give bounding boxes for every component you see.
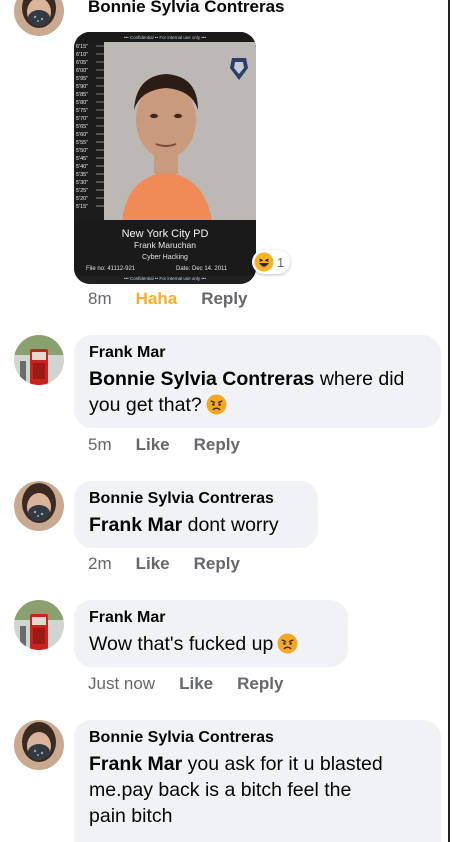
caption-dept: New York City PD [122, 228, 209, 240]
height-mark: 5'55" [76, 140, 88, 146]
mention-link[interactable]: Bonnie Sylvia Contreras [89, 368, 314, 390]
mention-link[interactable]: Frank Mar [89, 753, 182, 775]
laughing-reaction-icon [254, 252, 274, 272]
height-mark: 6'15" [76, 44, 88, 50]
height-mark: 5'80" [76, 100, 88, 106]
comment-text: Frank Mar dont worry [89, 514, 279, 536]
reply-button[interactable]: Reply [201, 289, 247, 309]
height-mark: 5'50" [76, 148, 88, 154]
height-mark: 6'00" [76, 68, 88, 74]
like-button[interactable]: Like [179, 674, 213, 694]
comment-time: 5m [88, 435, 112, 454]
caption-name: Frank Maruchan [134, 240, 196, 250]
banner-bottom: ••• Confidential •• For internal use onl… [124, 276, 207, 281]
avatar-bonnie[interactable] [14, 0, 64, 36]
comment-text: Frank Mar you ask for it u blasted me.pa… [89, 753, 383, 827]
height-mark: 5'70" [76, 116, 88, 122]
height-mark: 6'10" [76, 52, 88, 58]
height-mark: 5'45" [76, 156, 88, 162]
reaction-summary[interactable]: 1 [252, 250, 291, 274]
like-button[interactable]: Like [136, 554, 170, 574]
comment-meta: 8m Haha Reply [88, 289, 248, 309]
comment-author[interactable]: Bonnie Sylvia Contreras [88, 0, 285, 17]
reply-button[interactable]: Reply [194, 554, 240, 574]
height-mark: 5'65" [76, 124, 88, 130]
caption-date: Date: Dec 14. 2011 [176, 266, 228, 272]
height-mark: 5'25" [76, 188, 88, 194]
comment-bubble: Bonnie Sylvia Contreras Frank Mar dont w… [74, 481, 318, 548]
comment-time: Just now [88, 674, 156, 693]
reply-button[interactable]: Reply [194, 435, 240, 455]
reply-button[interactable]: Reply [237, 674, 283, 694]
height-mark: 5'60" [76, 132, 88, 138]
height-mark: 5'90" [76, 84, 88, 90]
avatar-bonnie[interactable] [14, 720, 64, 770]
height-mark: 6'05" [76, 60, 88, 66]
avatar-frank[interactable] [14, 335, 64, 385]
comment-author[interactable]: Bonnie Sylvia Contreras [89, 489, 304, 509]
mention-link[interactable]: Frank Mar [89, 514, 182, 536]
comment-text: Bonnie Sylvia Contreras where did you ge… [89, 368, 405, 416]
comment-bubble: Frank Mar Bonnie Sylvia Contreras where … [74, 335, 441, 428]
angry-face-icon [206, 394, 227, 415]
height-mark: 5'20" [76, 196, 88, 202]
comment-author[interactable]: Frank Mar [89, 608, 334, 628]
comment-text: Wow that's fucked up [89, 631, 334, 657]
height-mark: 5'95" [76, 76, 88, 82]
avatar-bonnie[interactable] [14, 481, 64, 531]
height-mark: 5'15" [76, 204, 88, 210]
comment-meta: Just now Like Reply [88, 674, 283, 694]
avatar-frank[interactable] [14, 600, 64, 650]
haha-reaction-button[interactable]: Haha [136, 289, 178, 309]
comment-bubble: Frank Mar Wow that's fucked up [74, 600, 348, 667]
comment-meta: 2m Like Reply [88, 554, 240, 574]
height-mark: 5'30" [76, 180, 88, 186]
height-mark: 5'85" [76, 92, 88, 98]
height-mark: 5'35" [76, 172, 88, 178]
comment-bubble: Bonnie Sylvia Contreras Frank Mar you as… [74, 720, 441, 842]
height-mark: 5'40" [76, 164, 88, 170]
height-mark: 5'75" [76, 108, 88, 114]
reaction-count: 1 [277, 254, 285, 270]
caption-crime: Cyber Hacking [142, 254, 188, 261]
screen-edge [448, 0, 450, 842]
comment-meta: 5m Like Reply [88, 435, 240, 455]
mugshot-image[interactable]: 6'15" 6'10" 6'05" 6'00" 5'95" 5'90" 5'85… [74, 32, 256, 284]
like-button[interactable]: Like [136, 435, 170, 455]
comment-author[interactable]: Frank Mar [89, 343, 427, 363]
banner-top: ••• Confidential •• For internal use onl… [124, 35, 207, 40]
comment-time: 2m [88, 554, 112, 573]
comment-time: 8m [88, 289, 112, 308]
comment-author[interactable]: Bonnie Sylvia Contreras [89, 728, 427, 748]
angry-face-icon [277, 633, 298, 654]
caption-file-no: File no: 41112-921 [86, 266, 136, 272]
